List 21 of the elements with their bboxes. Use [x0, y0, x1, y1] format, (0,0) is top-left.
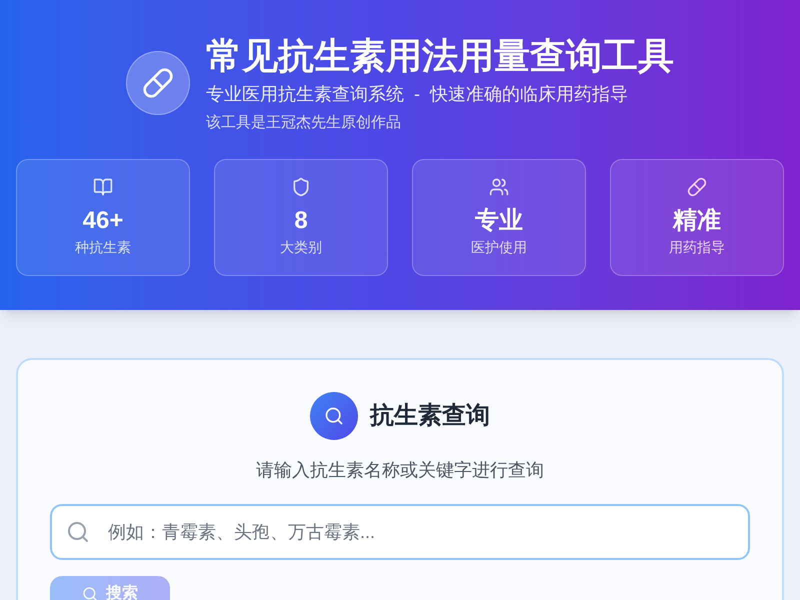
stat-label: 用药指导	[669, 238, 725, 257]
search-icon	[82, 586, 98, 600]
stat-value: 46+	[82, 206, 124, 236]
search-hint: 请输入抗生素名称或关键字进行查询	[255, 459, 545, 482]
credit-text: 该工具是王冠杰先生原创作品	[206, 113, 402, 133]
pill-icon	[687, 177, 707, 197]
stat-label: 种抗生素	[75, 238, 131, 257]
users-icon	[489, 177, 509, 197]
book-icon	[93, 177, 113, 197]
search-icon	[66, 520, 90, 544]
shield-icon	[291, 177, 311, 197]
stat-value: 8	[294, 206, 308, 236]
page-title: 常见抗生素用法用量查询工具	[206, 34, 674, 78]
pill-icon	[142, 67, 174, 100]
stat-value: 专业	[475, 206, 523, 236]
search-icon	[324, 406, 344, 426]
page-subtitle: 专业医用抗生素查询系统 - 快速准确的临床用药指导	[206, 83, 629, 106]
stat-value: 精准	[673, 206, 721, 236]
stat-label: 大类别	[280, 238, 322, 257]
search-title: 抗生素查询	[370, 401, 490, 431]
stat-label: 医护使用	[471, 238, 527, 257]
